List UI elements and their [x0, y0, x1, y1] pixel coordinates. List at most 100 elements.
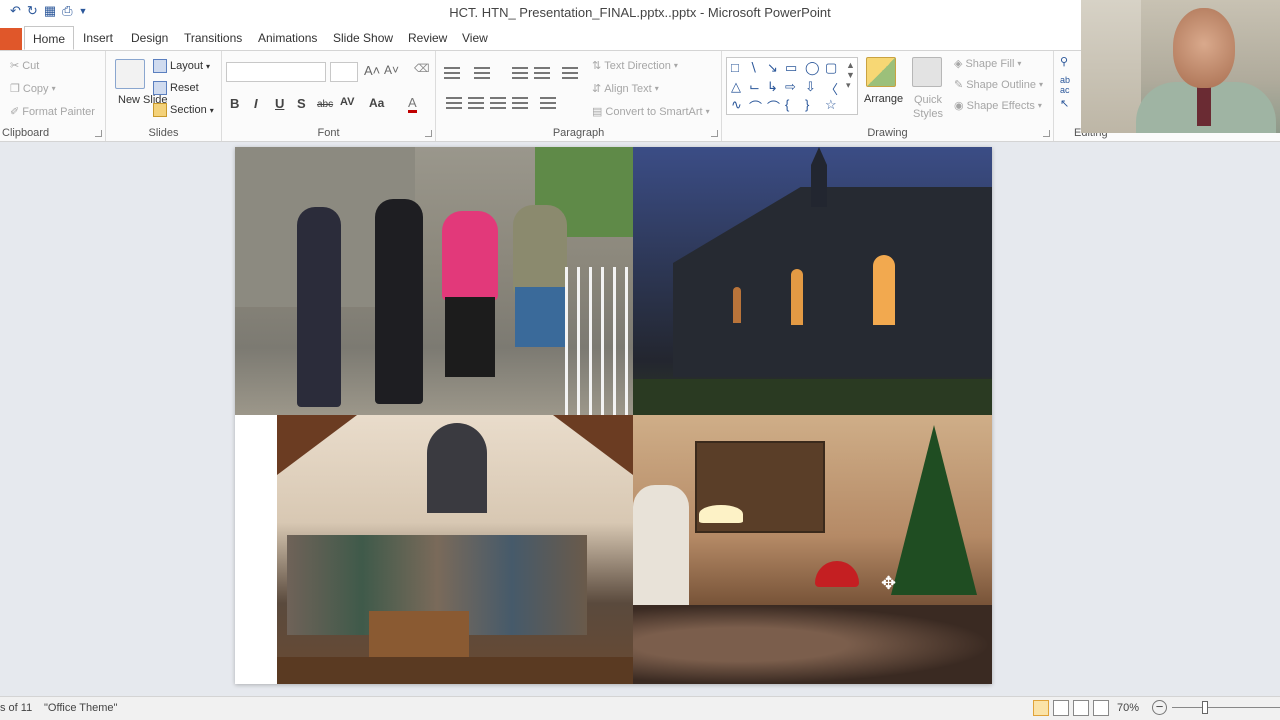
quick-styles-button[interactable]: Quick Styles: [912, 93, 944, 121]
section-button[interactable]: Section ▾: [153, 103, 214, 117]
oval-shape-icon[interactable]: ◯: [805, 60, 820, 76]
paragraph-launcher-icon[interactable]: [711, 130, 718, 137]
rounded-rectangle-shape-icon[interactable]: ▢: [825, 60, 837, 76]
smartart-button[interactable]: ▤ Convert to SmartArt ▾: [592, 105, 710, 119]
copy-button[interactable]: ❐ Copy ▾: [10, 82, 56, 96]
elbow-connector-icon[interactable]: ⌙: [749, 79, 760, 95]
file-tab[interactable]: [0, 28, 22, 50]
grow-font-icon[interactable]: A˄: [364, 63, 380, 78]
bullets-icon[interactable]: [444, 67, 460, 79]
slide-canvas[interactable]: ✥: [235, 147, 992, 684]
tab-slide-show[interactable]: Slide Show: [325, 26, 401, 50]
triangle-shape-icon[interactable]: △: [731, 79, 741, 95]
clear-format-icon[interactable]: ⌫: [414, 62, 430, 75]
align-left-icon[interactable]: [446, 97, 462, 109]
shrink-font-icon[interactable]: A˅: [384, 63, 399, 77]
font-group: A˄ A˅ ⌫ B I U S abc AV Aa A Font: [222, 51, 436, 141]
drawing-label: Drawing: [867, 127, 908, 139]
font-launcher-icon[interactable]: [425, 130, 432, 137]
webcam-person-head: [1173, 8, 1235, 88]
layout-button[interactable]: Layout ▾: [153, 59, 210, 73]
font-size-dropdown[interactable]: [330, 62, 358, 82]
right-arrow-shape-icon[interactable]: ⇨: [785, 79, 796, 95]
align-right-icon[interactable]: [490, 97, 506, 109]
paintbrush-icon: ✐: [10, 106, 20, 118]
shape-effects-button[interactable]: ◉ Shape Effects ▾: [954, 99, 1042, 113]
cut-button[interactable]: ✂ Cut: [10, 59, 39, 73]
change-case-button[interactable]: Aa: [369, 96, 384, 110]
clipboard-launcher-icon[interactable]: [95, 130, 102, 137]
normal-view-icon[interactable]: [1033, 700, 1049, 716]
align-text-button[interactable]: ⇵ Align Text ▾: [592, 82, 659, 96]
clipboard-group: ✂ Cut ❐ Copy ▾ ✐ Format Painter Clipboard: [0, 51, 106, 141]
zoom-out-icon[interactable]: −: [1152, 700, 1167, 715]
arrow-line-shape-icon[interactable]: ↘: [767, 60, 778, 76]
gallery-scroll-icon[interactable]: ▲ ▼ ▾: [846, 60, 855, 91]
tab-animations[interactable]: Animations: [250, 26, 325, 50]
tab-view[interactable]: View: [454, 26, 496, 50]
photo-choir-in-church[interactable]: [277, 415, 633, 684]
lit-window-1: [791, 269, 803, 325]
callout-shape-icon[interactable]: 〈: [825, 79, 838, 98]
arc-shape-icon[interactable]: ⌒: [767, 97, 780, 116]
shape-outline-button[interactable]: ✎ Shape Outline ▾: [954, 78, 1043, 92]
effects-icon: ◉: [954, 100, 964, 112]
person-kilted-man: [513, 205, 567, 295]
photo-dignitaries-group[interactable]: [235, 147, 633, 415]
theme-name[interactable]: "Office Theme": [44, 702, 117, 714]
font-name-dropdown[interactable]: [226, 62, 326, 82]
arrange-button[interactable]: Arrange: [864, 93, 903, 105]
reset-icon: [153, 81, 167, 95]
tab-home[interactable]: Home: [24, 26, 75, 50]
gothic-window: [427, 423, 487, 513]
zoom-slider[interactable]: [1172, 707, 1280, 708]
shadow-button[interactable]: S: [297, 96, 306, 111]
replace-icon[interactable]: ab ac: [1060, 75, 1070, 95]
paint-bucket-icon: ◈: [954, 58, 963, 70]
italic-button[interactable]: I: [254, 96, 258, 111]
columns-icon[interactable]: [540, 97, 556, 109]
char-spacing-button[interactable]: AV: [340, 96, 354, 108]
photo-church-at-night[interactable]: [633, 147, 992, 415]
curve-shape-icon[interactable]: ⌒: [749, 97, 762, 116]
drawing-launcher-icon[interactable]: [1043, 130, 1050, 137]
line-spacing-icon[interactable]: [562, 67, 578, 79]
justify-icon[interactable]: [512, 97, 528, 109]
zoom-level[interactable]: 70%: [1117, 702, 1139, 714]
select-icon[interactable]: ↖: [1060, 97, 1069, 110]
tab-review[interactable]: Review: [400, 26, 455, 50]
decrease-indent-icon[interactable]: [512, 67, 528, 79]
freeform-shape-icon[interactable]: ∿: [731, 97, 742, 113]
star-shape-icon[interactable]: ☆: [825, 97, 837, 113]
strikethrough-button[interactable]: abc: [317, 99, 333, 110]
zoom-slider-thumb[interactable]: [1202, 701, 1208, 714]
reading-view-icon[interactable]: [1073, 700, 1089, 716]
align-center-icon[interactable]: [468, 97, 484, 109]
format-painter-button[interactable]: ✐ Format Painter: [10, 105, 95, 119]
elbow-arrow-icon[interactable]: ↳: [767, 79, 778, 95]
textbox-shape-icon[interactable]: □: [731, 60, 739, 75]
brace-left-shape-icon[interactable]: {: [785, 97, 789, 112]
photo-carol-service[interactable]: ✥: [633, 415, 992, 684]
underline-button[interactable]: U: [275, 96, 284, 111]
brace-right-shape-icon[interactable]: }: [805, 97, 809, 112]
slide-sorter-view-icon[interactable]: [1053, 700, 1069, 716]
tab-design[interactable]: Design: [123, 26, 176, 50]
down-arrow-shape-icon[interactable]: ⇩: [805, 79, 816, 95]
numbering-icon[interactable]: [474, 67, 490, 79]
font-color-button[interactable]: A: [408, 96, 417, 113]
shapes-gallery[interactable]: □ ∖ ↘ ▭ ◯ ▢ △ ⌙ ↳ ⇨ ⇩ 〈 ∿ ⌒ ⌒ { } ☆ ▲ ▼ ▾: [726, 57, 858, 115]
text-direction-button[interactable]: ⇅ Text Direction ▾: [592, 59, 678, 73]
rectangle-shape-icon[interactable]: ▭: [785, 60, 797, 76]
increase-indent-icon[interactable]: [534, 67, 550, 79]
tab-transitions[interactable]: Transitions: [176, 26, 250, 50]
tab-insert[interactable]: Insert: [75, 26, 121, 50]
find-icon[interactable]: ⚲: [1060, 55, 1068, 68]
person-lord-lieutenant: [375, 199, 423, 404]
reset-button[interactable]: Reset: [153, 81, 199, 95]
new-slide-icon[interactable]: [115, 59, 145, 89]
line-shape-icon[interactable]: ∖: [749, 60, 757, 76]
shape-fill-button[interactable]: ◈ Shape Fill ▾: [954, 57, 1021, 71]
slide-show-view-icon[interactable]: [1093, 700, 1109, 716]
bold-button[interactable]: B: [230, 96, 239, 111]
